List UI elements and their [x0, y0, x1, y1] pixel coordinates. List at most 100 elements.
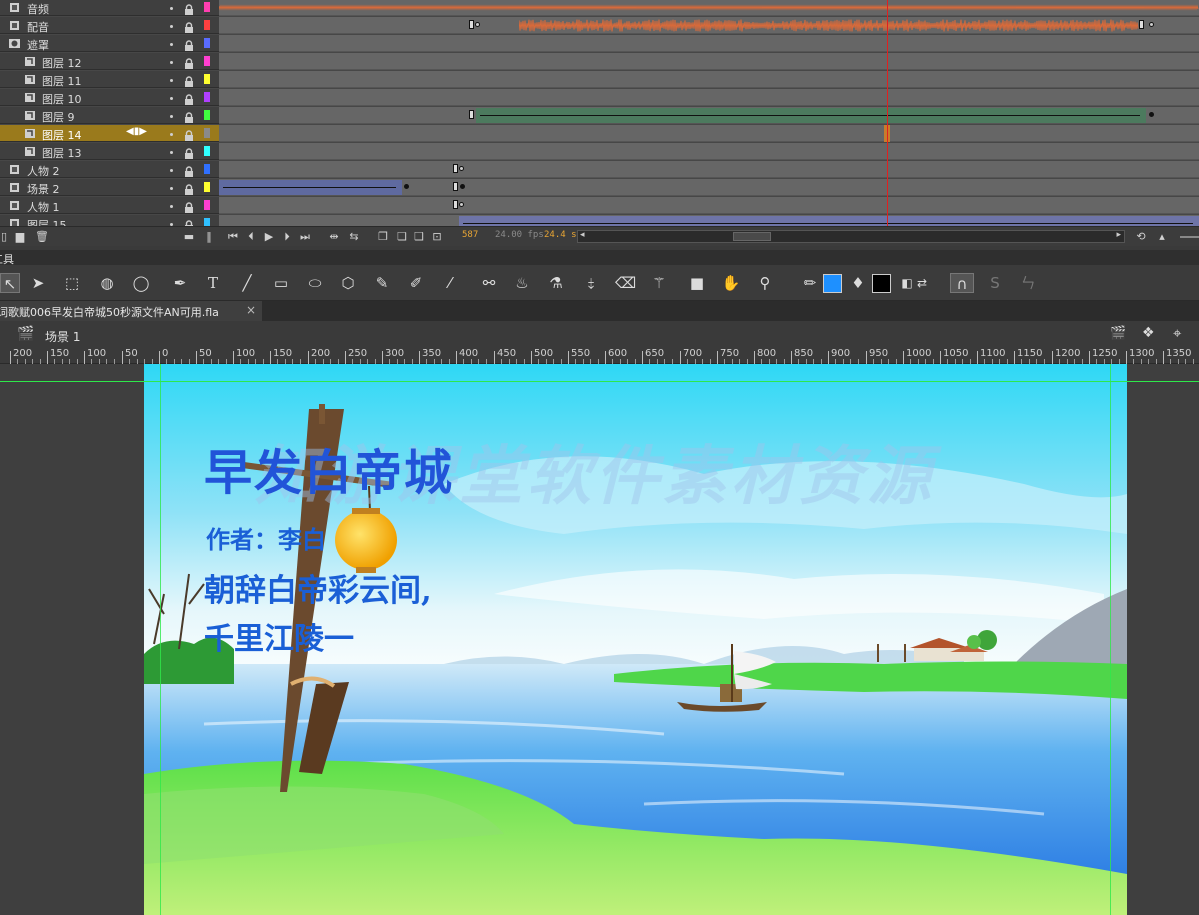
lock-icon[interactable] [184, 55, 194, 69]
playhead[interactable] [887, 0, 888, 226]
layer-row-layer14[interactable]: 图层 14 ◀▮▶ [0, 125, 1199, 143]
lasso-tool-icon[interactable]: ◯ [131, 273, 151, 293]
layer-frames[interactable] [219, 215, 1199, 226]
new-folder-icon[interactable]: ▆ [14, 230, 26, 243]
outline-color-chip[interactable] [204, 74, 210, 84]
empty-keyframe[interactable] [459, 202, 464, 207]
visibility-toggle[interactable] [170, 43, 173, 46]
layer-row-person2[interactable]: 人物 2 [0, 161, 1199, 179]
scene-name[interactable]: 场景 1 [45, 328, 80, 345]
smooth-icon[interactable]: S [985, 273, 1005, 293]
delete-layer-icon[interactable]: 🗑 [35, 230, 49, 243]
outline-color-chip[interactable] [204, 182, 210, 192]
lock-icon[interactable] [184, 199, 194, 213]
subselection-tool-icon[interactable]: ➤ [28, 273, 48, 293]
lock-icon[interactable] [184, 91, 194, 105]
layer-frames[interactable] [219, 89, 1199, 106]
outline-color-chip[interactable] [204, 56, 210, 66]
layer-row-layer9[interactable]: 图层 9 [0, 107, 1199, 125]
visibility-toggle[interactable] [170, 169, 173, 172]
polystar-tool-icon[interactable]: ⬡ [338, 273, 358, 293]
zoom-out-icon[interactable]: ▴ [1156, 230, 1168, 243]
pen-tool-icon[interactable]: ✒ [170, 273, 190, 293]
layer-row-mask[interactable]: 遮罩 [0, 35, 1199, 53]
scroll-left-icon[interactable]: ◂ [580, 230, 585, 240]
empty-keyframe[interactable] [1149, 22, 1154, 27]
outline-color-chip[interactable] [204, 2, 210, 12]
lock-icon[interactable] [184, 73, 194, 87]
modify-markers-icon[interactable]: ⊡ [431, 230, 443, 243]
keyframe-nav-icon[interactable]: ◀▮▶ [126, 126, 147, 137]
layer-frames[interactable] [219, 71, 1199, 88]
keyframe-bracket[interactable] [469, 20, 474, 29]
outline-color-chip[interactable] [204, 128, 210, 138]
fill-color-swatch[interactable] [872, 274, 891, 293]
lock-icon[interactable] [184, 217, 194, 226]
new-layer-icon[interactable]: ▯ [0, 230, 8, 243]
layer-frames[interactable] [219, 107, 1199, 124]
keyframe-bracket[interactable] [453, 200, 458, 209]
center-frame-icon[interactable]: ⇹ [327, 230, 341, 243]
layer-header[interactable]: 图层 10 [0, 89, 219, 106]
layer-row-voice[interactable]: 配音 [0, 17, 1199, 35]
layer-header[interactable]: 图层 11 [0, 71, 219, 88]
camera-tool-icon[interactable]: ■ [687, 273, 707, 293]
3d-rotation-tool-icon[interactable]: ◍ [97, 273, 117, 293]
snap-to-objects-icon[interactable]: ∩ [950, 273, 974, 293]
layer-header[interactable]: 人物 1 [0, 197, 219, 214]
layer-name[interactable]: 场景 2 [27, 181, 60, 197]
camera-icon[interactable]: ▬ [182, 230, 196, 243]
outline-color-chip[interactable] [204, 200, 210, 210]
eraser-tool-icon[interactable]: ⌫ [615, 273, 636, 293]
stroke-color-swatch[interactable] [823, 274, 842, 293]
lock-icon[interactable] [184, 181, 194, 195]
clapperboard-icon[interactable]: 🎬 [17, 326, 34, 342]
layer-frames[interactable] [219, 197, 1199, 214]
layer-row-layer10[interactable]: 图层 10 [0, 89, 1199, 107]
layer-name[interactable]: 遮罩 [27, 37, 49, 53]
play-icon[interactable]: ▶ [263, 230, 275, 243]
layer-frames[interactable] [219, 179, 1199, 196]
layer-name[interactable]: 图层 15 [27, 217, 67, 226]
document-tab[interactable]: 诗词歌赋006早发白帝城50秒源文件AN可用.fla × [0, 301, 262, 321]
visibility-toggle[interactable] [170, 205, 173, 208]
layer-name[interactable]: 图层 10 [42, 91, 82, 107]
lock-icon[interactable] [184, 145, 194, 159]
onion-skin-icon[interactable]: ❐ [377, 230, 389, 243]
lock-icon[interactable] [184, 109, 194, 123]
scrollbar-thumb[interactable] [733, 232, 771, 241]
layer-name[interactable]: 图层 9 [42, 109, 75, 125]
layer-header[interactable]: 图层 15 [0, 215, 219, 226]
layer-frames[interactable] [219, 161, 1199, 178]
layer-header[interactable]: 图层 12 [0, 53, 219, 70]
layer-name[interactable]: 图层 14 [42, 127, 82, 143]
layer-frames[interactable] [219, 35, 1199, 52]
vertical-guide-right[interactable] [1110, 364, 1111, 915]
fill-color-icon[interactable]: ♦ [848, 273, 868, 293]
lock-icon[interactable] [184, 19, 194, 33]
outline-color-chip[interactable] [204, 110, 210, 120]
text-tool-icon[interactable]: T [203, 273, 223, 293]
hand-tool-icon[interactable]: ✋ [721, 273, 741, 293]
layer-name[interactable]: 人物 2 [27, 163, 60, 179]
layer-row-layer13[interactable]: 图层 13 [0, 143, 1199, 161]
outline-color-chip[interactable] [204, 20, 210, 30]
width-tool-icon[interactable]: ⚚ [649, 273, 669, 293]
paint-bucket-tool-icon[interactable]: ♨ [512, 273, 532, 293]
layer-header[interactable]: 图层 13 [0, 143, 219, 160]
center-stage-icon[interactable]: ⌖ [1173, 324, 1181, 342]
free-transform-tool-icon[interactable]: ⬚ [62, 273, 82, 293]
layer-name[interactable]: 人物 1 [27, 199, 60, 215]
outline-color-chip[interactable] [204, 164, 210, 174]
close-tab-icon[interactable]: × [246, 303, 256, 317]
tween-span[interactable] [459, 216, 1199, 226]
next-frame-icon[interactable]: ⏵ [281, 230, 293, 243]
layer-name[interactable]: 配音 [27, 19, 49, 35]
ink-bottle-tool-icon[interactable]: ⚗ [546, 273, 566, 293]
zoom-tool-icon[interactable]: ⚲ [755, 273, 775, 293]
poem-title[interactable]: 早发白帝城 [204, 433, 454, 503]
visibility-toggle[interactable] [170, 97, 173, 100]
outline-color-chip[interactable] [204, 92, 210, 102]
stroke-color-icon[interactable]: ✏ [800, 273, 820, 293]
keyframe[interactable] [404, 184, 409, 189]
